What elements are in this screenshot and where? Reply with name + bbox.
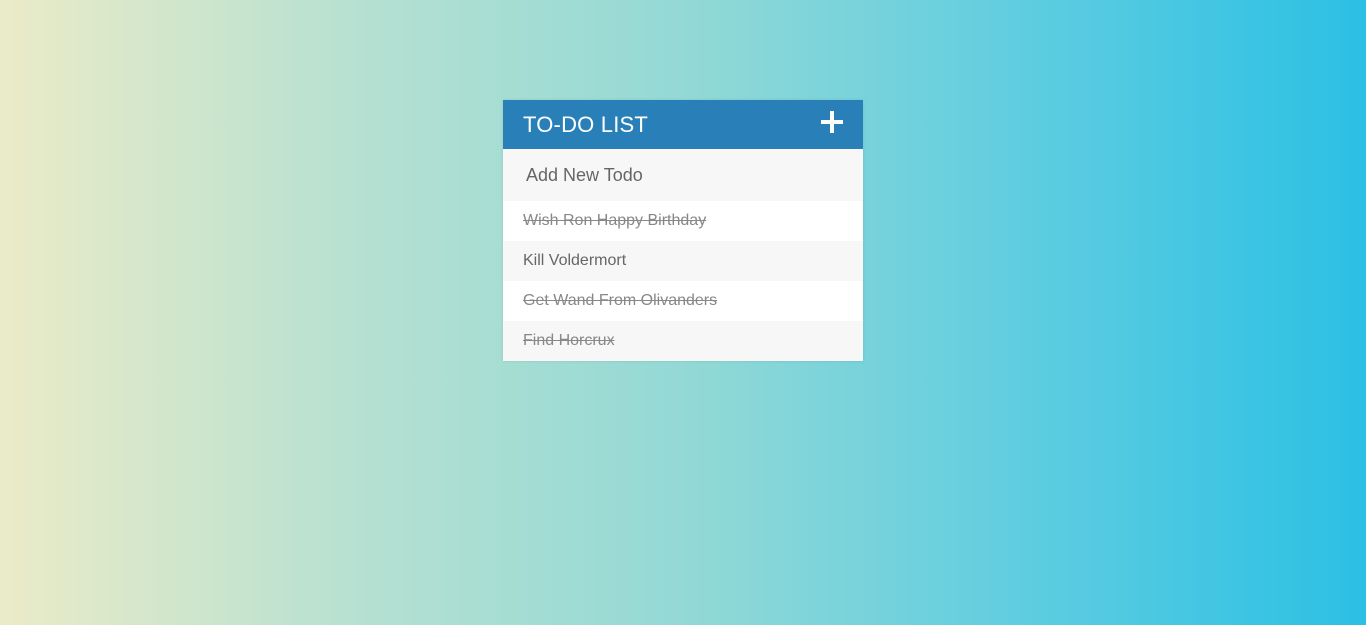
- new-todo-input[interactable]: [503, 149, 863, 201]
- todo-card: TO-DO LIST Wish Ron Happy Birthday Kill …: [503, 100, 863, 361]
- todo-item[interactable]: Find Horcrux: [503, 321, 863, 361]
- todo-header: TO-DO LIST: [503, 100, 863, 149]
- plus-icon[interactable]: [821, 110, 843, 133]
- page-title: TO-DO LIST: [523, 111, 649, 137]
- todo-item-text: Wish Ron Happy Birthday: [523, 212, 707, 229]
- todo-item[interactable]: Wish Ron Happy Birthday: [503, 201, 863, 241]
- todo-item-text: Kill Voldermort: [523, 252, 627, 269]
- todo-item[interactable]: Kill Voldermort: [503, 241, 863, 281]
- todo-list: Wish Ron Happy Birthday Kill Voldermort …: [503, 201, 863, 361]
- todo-item[interactable]: Get Wand From Olivanders: [503, 281, 863, 321]
- todo-item-text: Find Horcrux: [523, 332, 615, 349]
- todo-item-text: Get Wand From Olivanders: [523, 292, 718, 309]
